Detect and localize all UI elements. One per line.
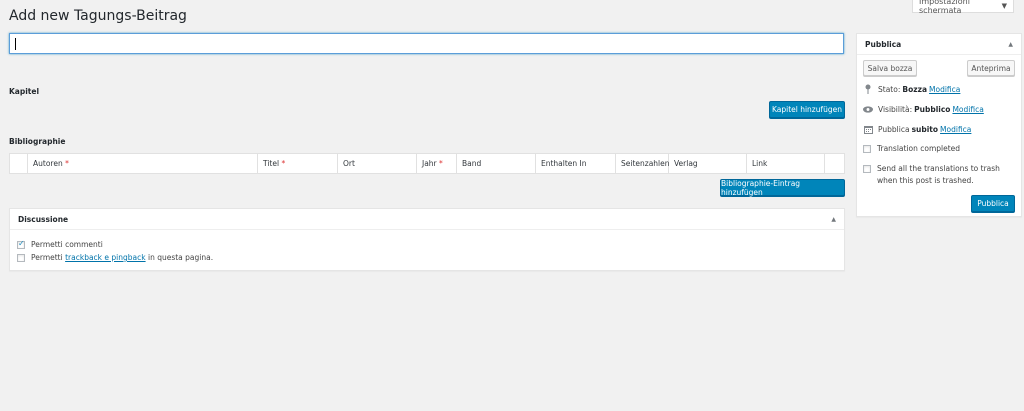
table-header-ort: Ort [338, 154, 417, 173]
pubblica-title: Pubblica [865, 39, 902, 49]
translation-completed-row: Translation completed [863, 144, 960, 153]
translation-completed-label: Translation completed [877, 144, 961, 153]
screen-options-label: Impostazioni schermata [919, 0, 970, 15]
status-row: Stato: Bozza Modifica [863, 84, 960, 94]
publish-time-label: Pubblica [878, 124, 910, 134]
eye-icon [863, 104, 873, 114]
status-value: Bozza [902, 84, 928, 94]
trackback-suffix: in questa pagina. [147, 253, 214, 262]
allow-comments-row: Permetti commenti [17, 239, 103, 249]
preview-button[interactable]: Anteprima [967, 60, 1015, 76]
save-draft-button[interactable]: Salva bozza [863, 60, 917, 76]
allow-comments-label: Permetti commenti [31, 240, 103, 249]
table-header-verlag: Verlag [669, 154, 747, 173]
collapse-arrow-icon[interactable]: ▲ [831, 216, 836, 223]
screen-options-tab[interactable]: Impostazioni schermata ▼ [912, 0, 1014, 15]
table-header-link: Link [747, 154, 825, 173]
table-header-titel: Titel * [258, 154, 338, 173]
publish-time-edit-link[interactable]: Modifica [940, 125, 971, 134]
table-header-autoren: Autoren * [28, 154, 258, 173]
pubblica-header[interactable]: Pubblica ▲ [857, 34, 1021, 55]
trackback-prefix: Permetti [31, 253, 63, 262]
visibility-value: Pubblico [914, 104, 951, 114]
kapitel-label: Kapitel [9, 87, 40, 96]
send-translations-row: Send all the translations to trash when … [863, 163, 1018, 187]
trackback-checkbox[interactable] [17, 253, 25, 262]
status-label: Stato: [878, 84, 901, 94]
status-edit-link[interactable]: Modifica [929, 85, 960, 94]
allow-comments-checkbox[interactable] [17, 239, 25, 249]
publish-button[interactable]: Pubblica [971, 195, 1015, 212]
send-translations-checkbox[interactable] [863, 165, 871, 173]
table-header-seitenzahlen: Seitenzahlen [616, 154, 670, 173]
table-header-actions [825, 154, 844, 173]
chevron-down-icon: ▼ [1001, 2, 1007, 10]
add-kapitel-button[interactable]: Kapitel hinzufügen [769, 101, 845, 118]
discussione-title: Discussione [18, 214, 69, 224]
table-header-handle [10, 154, 28, 173]
discussione-header[interactable]: Discussione ▲ [10, 209, 844, 230]
trackback-row: Permetti trackback e pingback in questa … [17, 253, 213, 262]
publish-time-row: Pubblica subito Modifica [863, 124, 971, 134]
table-header-band: Band [457, 154, 536, 173]
text-caret [15, 38, 16, 50]
visibility-row: Visibilità: Pubblico Modifica [863, 104, 984, 114]
bibliographie-table-header: Autoren * Titel * Ort Jahr * Band Enthal… [9, 153, 845, 174]
visibility-edit-link[interactable]: Modifica [952, 105, 983, 114]
send-translations-label: Send all the translations to trash when … [877, 164, 1000, 185]
collapse-arrow-icon[interactable]: ▲ [1008, 41, 1013, 48]
post-title-input[interactable] [9, 33, 844, 54]
table-header-jahr: Jahr * [417, 154, 457, 173]
visibility-label: Visibilità: [878, 104, 913, 114]
calendar-icon [863, 124, 873, 134]
table-header-enthalten-in: Enthalten In [536, 154, 616, 173]
page-title: Add new Tagungs-Beitrag [9, 8, 187, 24]
add-bibliographie-entry-button[interactable]: Bibliographie-Eintrag hinzufügen [720, 179, 845, 197]
pin-icon [863, 84, 873, 94]
bibliographie-label: Bibliographie [9, 137, 66, 146]
trackback-link[interactable]: trackback e pingback [65, 253, 145, 262]
publish-time-value: subito [911, 124, 939, 134]
translation-completed-checkbox[interactable] [863, 144, 871, 153]
